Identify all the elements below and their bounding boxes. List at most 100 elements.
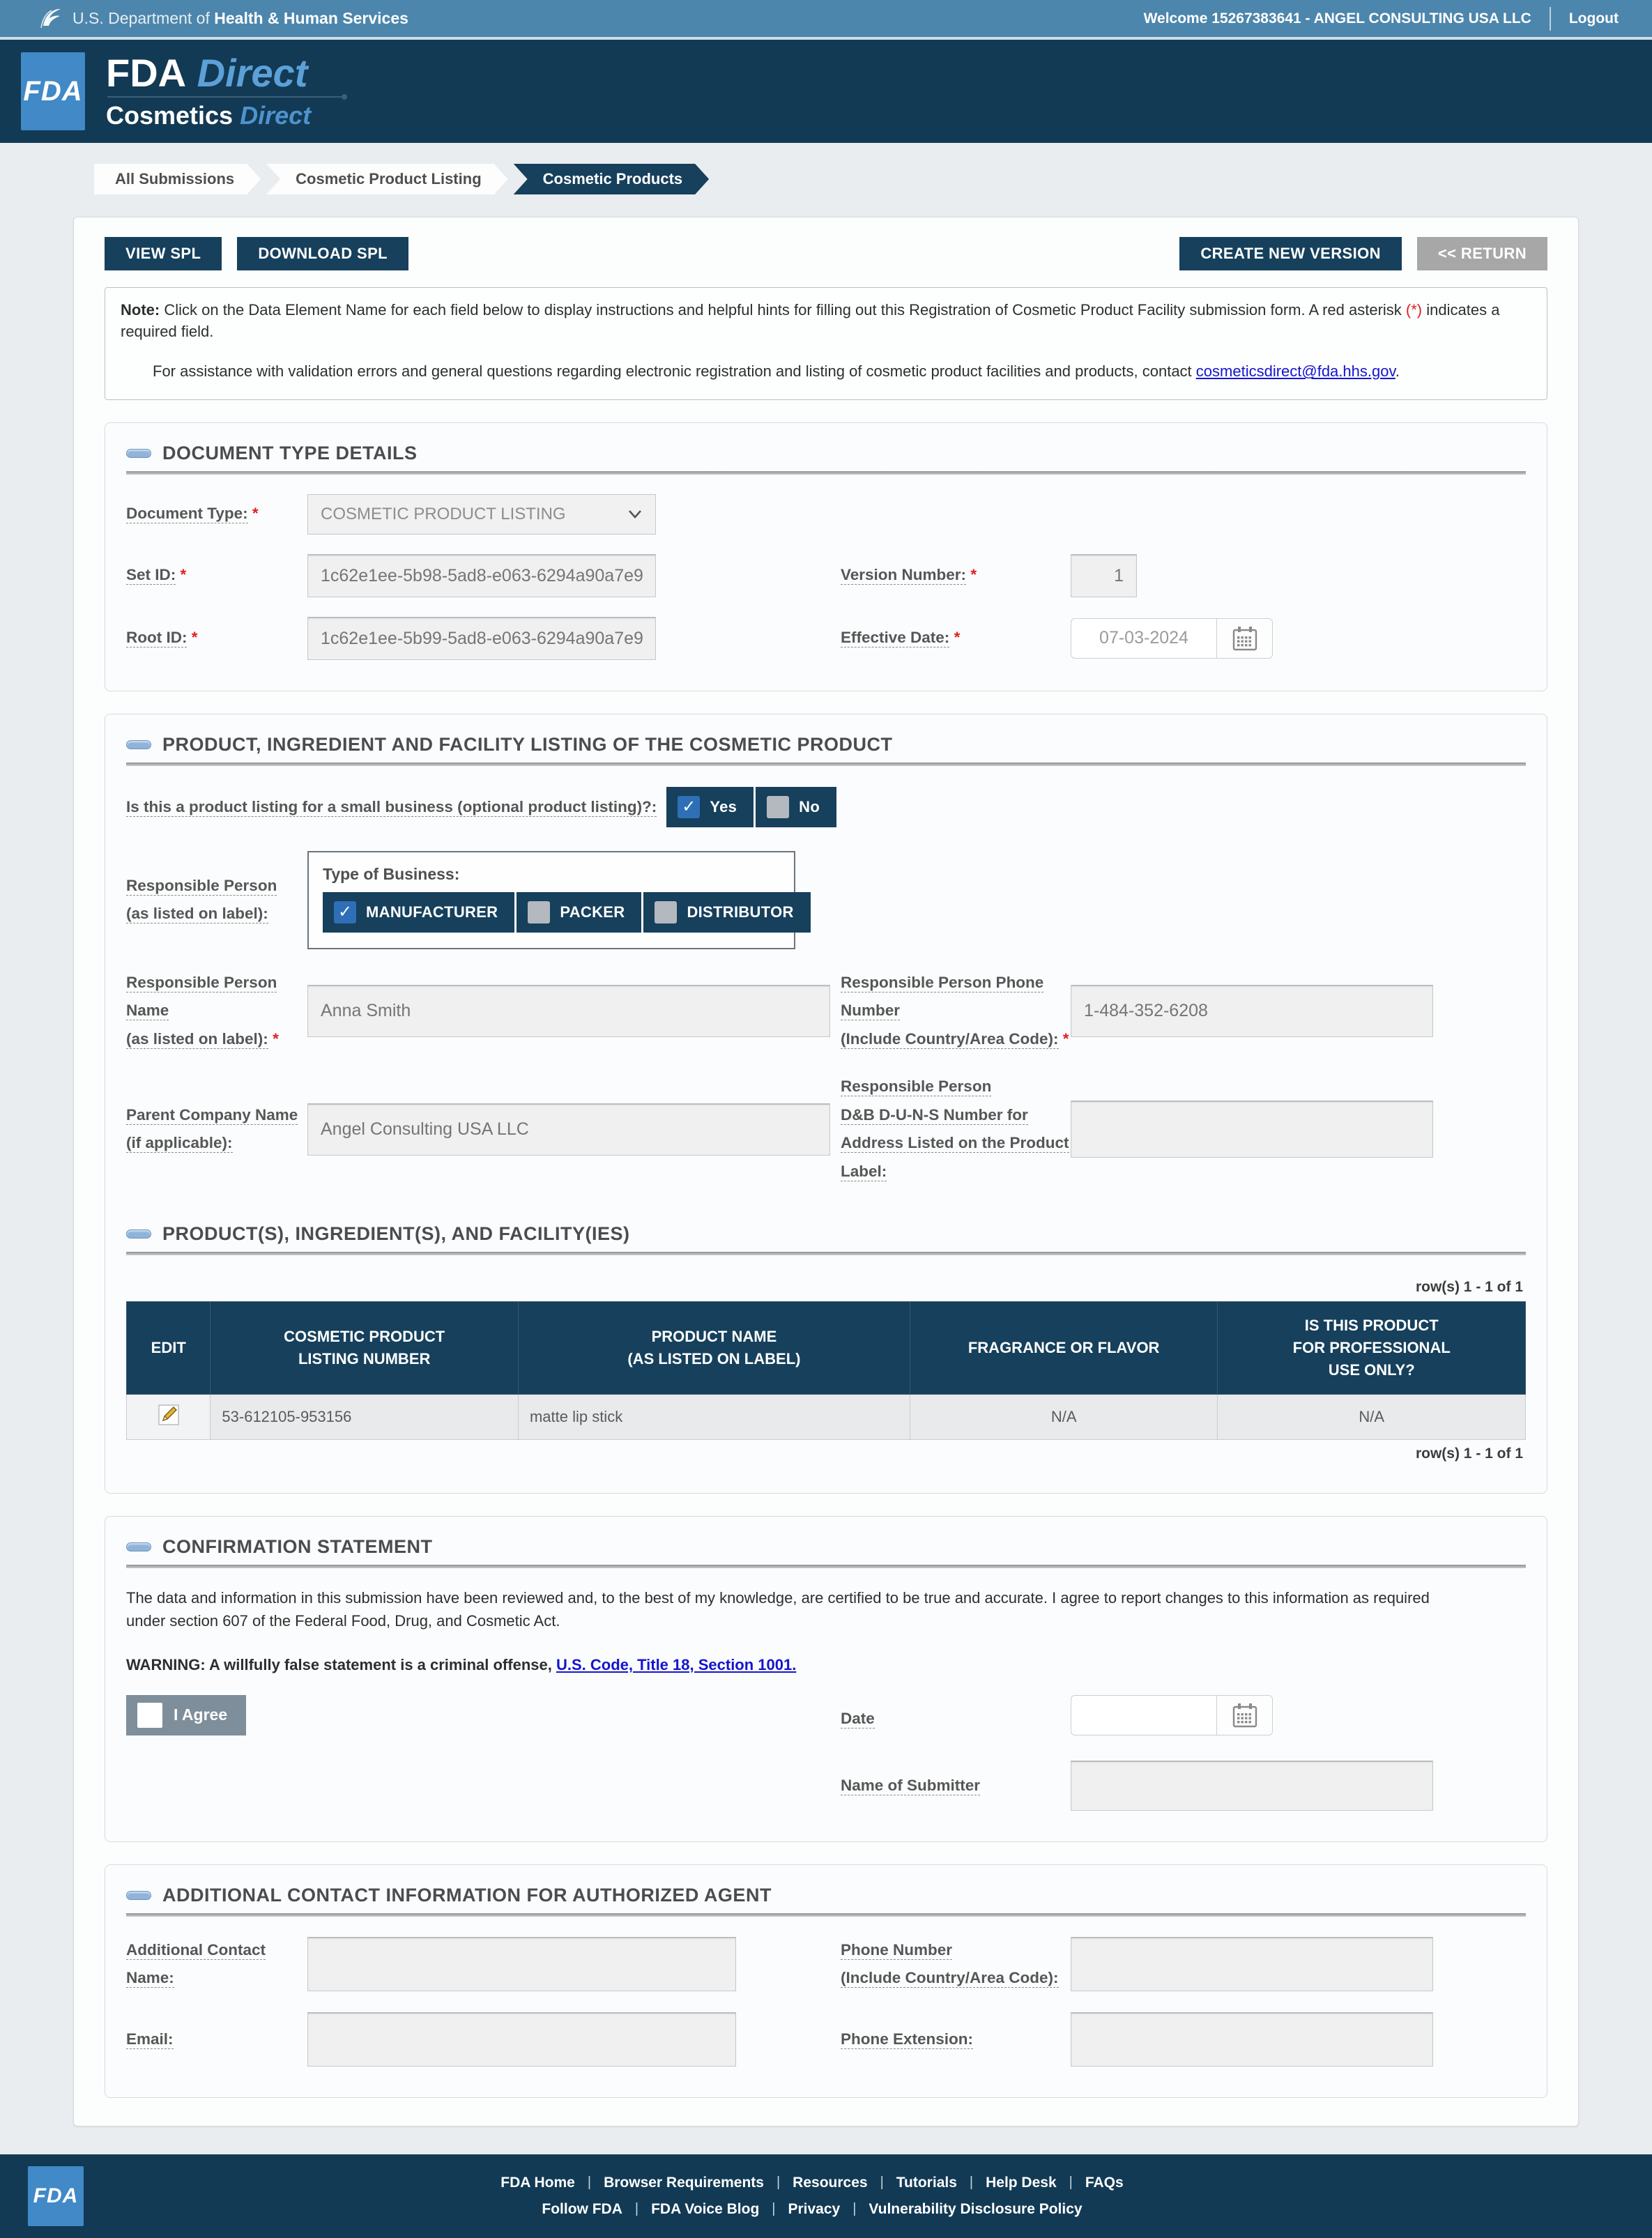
root-id-input[interactable] (307, 617, 656, 660)
section-document-type-details: DOCUMENT TYPE DETAILS Document Type: * C… (105, 422, 1547, 691)
responsible-person-phone-label[interactable]: Responsible Person Phone Number (Include… (841, 969, 1071, 1054)
responsible-person-name-label[interactable]: Responsible Person Name (as listed on la… (126, 969, 307, 1054)
name-of-submitter-label[interactable]: Name of Submitter (841, 1772, 1071, 1800)
note-label: Note: (121, 301, 160, 319)
small-business-yes-checkbox[interactable]: ✓ Yes (666, 787, 754, 827)
footer-pipe: | (852, 2201, 856, 2217)
unchecked-checkbox-icon (655, 901, 677, 923)
distributor-checkbox[interactable]: DISTRIBUTOR (643, 892, 810, 933)
set-id-input[interactable] (307, 554, 656, 597)
parent-company-input[interactable] (307, 1103, 830, 1156)
products-table: EDIT COSMETIC PRODUCT LISTING NUMBER PRO… (126, 1301, 1526, 1440)
create-new-version-button[interactable]: CREATE NEW VERSION (1179, 237, 1402, 270)
dept-bold: Health & Human Services (214, 9, 408, 27)
note-body-1: Click on the Data Element Name for each … (160, 301, 1406, 319)
collapse-icon[interactable] (126, 1229, 151, 1239)
small-business-question-label[interactable]: Is this a product listing for a small bu… (126, 795, 657, 819)
phone-extension-label[interactable]: Phone Extension: (841, 2025, 1071, 2054)
root-id-label[interactable]: Root ID: * (126, 624, 307, 652)
brand-subtitle-accent: Direct (240, 101, 311, 130)
collapse-icon[interactable] (126, 1891, 151, 1900)
footer-link-follow-fda[interactable]: Follow FDA (542, 2201, 622, 2218)
us-code-link[interactable]: U.S. Code, Title 18, Section 1001. (556, 1656, 796, 1673)
parent-company-label[interactable]: Parent Company Name (if applicable): (126, 1101, 307, 1158)
document-type-select[interactable]: COSMETIC PRODUCT LISTING (307, 494, 656, 535)
distributor-label: DISTRIBUTOR (687, 903, 793, 921)
hhs-eagle-icon (36, 3, 63, 35)
breadcrumb-cosmetic-products[interactable]: Cosmetic Products (514, 164, 710, 194)
footer-link-faqs[interactable]: FAQs (1085, 2175, 1124, 2191)
agent-phone-label[interactable]: Phone Number (Include Country/Area Code)… (841, 1936, 1071, 1993)
section-title: ADDITIONAL CONTACT INFORMATION FOR AUTHO… (162, 1885, 772, 1906)
row-count-bottom: row(s) 1 - 1 of 1 (126, 1446, 1523, 1462)
effective-date-input[interactable] (1071, 618, 1217, 659)
footer-link-fda-voice-blog[interactable]: FDA Voice Blog (651, 2201, 759, 2218)
table-row: 53-612105-953156 matte lip stick N/A N/A (127, 1394, 1526, 1439)
date-label[interactable]: Date (841, 1705, 1071, 1733)
document-type-label[interactable]: Document Type: * (126, 500, 307, 528)
effective-date-calendar-button[interactable] (1217, 618, 1273, 659)
collapse-icon[interactable] (126, 740, 151, 749)
version-number-input[interactable] (1071, 554, 1137, 597)
dept-prefix: U.S. Department of (72, 9, 210, 27)
agent-phone-input[interactable] (1071, 1937, 1433, 1991)
footer-pipe: | (588, 2175, 591, 2191)
effective-date-label[interactable]: Effective Date: * (841, 624, 1071, 652)
email-input[interactable] (307, 2012, 736, 2067)
section-title: PRODUCT, INGREDIENT AND FACILITY LISTING… (162, 734, 893, 756)
footer-link-help-desk[interactable]: Help Desk (986, 2175, 1057, 2191)
footer-link-resources[interactable]: Resources (793, 2175, 867, 2191)
contact-email-link[interactable]: cosmeticsdirect@fda.hhs.gov (1196, 362, 1395, 380)
date-input[interactable] (1071, 1695, 1217, 1735)
footer-links-row-2: Follow FDA | FDA Voice Blog | Privacy | … (542, 2201, 1082, 2218)
footer-link-browser-requirements[interactable]: Browser Requirements (604, 2175, 764, 2191)
set-id-label[interactable]: Set ID: * (126, 561, 307, 590)
checked-checkbox-icon: ✓ (334, 901, 356, 923)
responsible-person-label[interactable]: Responsible Person (as listed on label): (126, 872, 307, 928)
footer-link-privacy[interactable]: Privacy (788, 2201, 840, 2218)
no-label: No (799, 798, 820, 816)
date-calendar-button[interactable] (1217, 1695, 1273, 1735)
responsible-person-phone-input[interactable] (1071, 985, 1433, 1037)
breadcrumb-all-submissions[interactable]: All Submissions (94, 164, 261, 194)
col-header-product-name: PRODUCT NAME (AS LISTED ON LABEL) (518, 1302, 910, 1395)
footer-fda-logo: FDA (28, 2166, 84, 2226)
required-asterisk: * (1063, 1030, 1069, 1048)
version-number-label[interactable]: Version Number: * (841, 561, 1071, 590)
download-spl-button[interactable]: DOWNLOAD SPL (237, 237, 408, 270)
responsible-person-name-input[interactable] (307, 985, 830, 1037)
view-spl-button[interactable]: VIEW SPL (105, 237, 222, 270)
name-of-submitter-input[interactable] (1071, 1761, 1433, 1811)
packer-label: PACKER (560, 903, 625, 921)
footer-pipe: | (772, 2201, 775, 2217)
yes-label: Yes (710, 798, 737, 816)
section-title: CONFIRMATION STATEMENT (162, 1536, 432, 1558)
footer-link-tutorials[interactable]: Tutorials (896, 2175, 957, 2191)
duns-number-label[interactable]: Responsible Person D&B D-U-N-S Number fo… (841, 1073, 1071, 1186)
packer-checkbox[interactable]: PACKER (517, 892, 641, 933)
required-asterisk: * (954, 629, 961, 646)
unchecked-checkbox-icon (137, 1703, 162, 1728)
warning-body: WARNING: A willfully false statement is … (126, 1656, 556, 1673)
fda-logo: FDA (21, 52, 85, 130)
duns-number-input[interactable] (1071, 1101, 1433, 1158)
small-business-no-checkbox[interactable]: No (756, 787, 836, 827)
logout-link[interactable]: Logout (1569, 10, 1619, 27)
footer-link-vulnerability-disclosure[interactable]: Vulnerability Disclosure Policy (869, 2201, 1082, 2218)
additional-contact-name-label[interactable]: Additional Contact Name: (126, 1936, 307, 1993)
edit-row-button[interactable] (157, 1403, 181, 1431)
additional-contact-name-input[interactable] (307, 1937, 736, 1991)
collapse-icon[interactable] (126, 449, 151, 458)
collapse-icon[interactable] (126, 1542, 151, 1551)
i-agree-checkbox[interactable]: I Agree (126, 1695, 246, 1735)
confirmation-statement-text: The data and information in this submiss… (126, 1586, 1442, 1632)
phone-extension-input[interactable] (1071, 2012, 1433, 2067)
welcome-text: Welcome 15267383641 - ANGEL CONSULTING U… (1144, 10, 1531, 27)
email-label[interactable]: Email: (126, 2025, 307, 2054)
breadcrumb-cosmetic-product-listing[interactable]: Cosmetic Product Listing (266, 164, 507, 194)
return-button[interactable]: << RETURN (1417, 237, 1547, 270)
note-text: Note: Click on the Data Element Name for… (121, 299, 1531, 342)
manufacturer-checkbox[interactable]: ✓ MANUFACTURER (323, 892, 514, 933)
required-asterisk: * (970, 566, 977, 583)
footer-link-fda-home[interactable]: FDA Home (500, 2175, 575, 2191)
